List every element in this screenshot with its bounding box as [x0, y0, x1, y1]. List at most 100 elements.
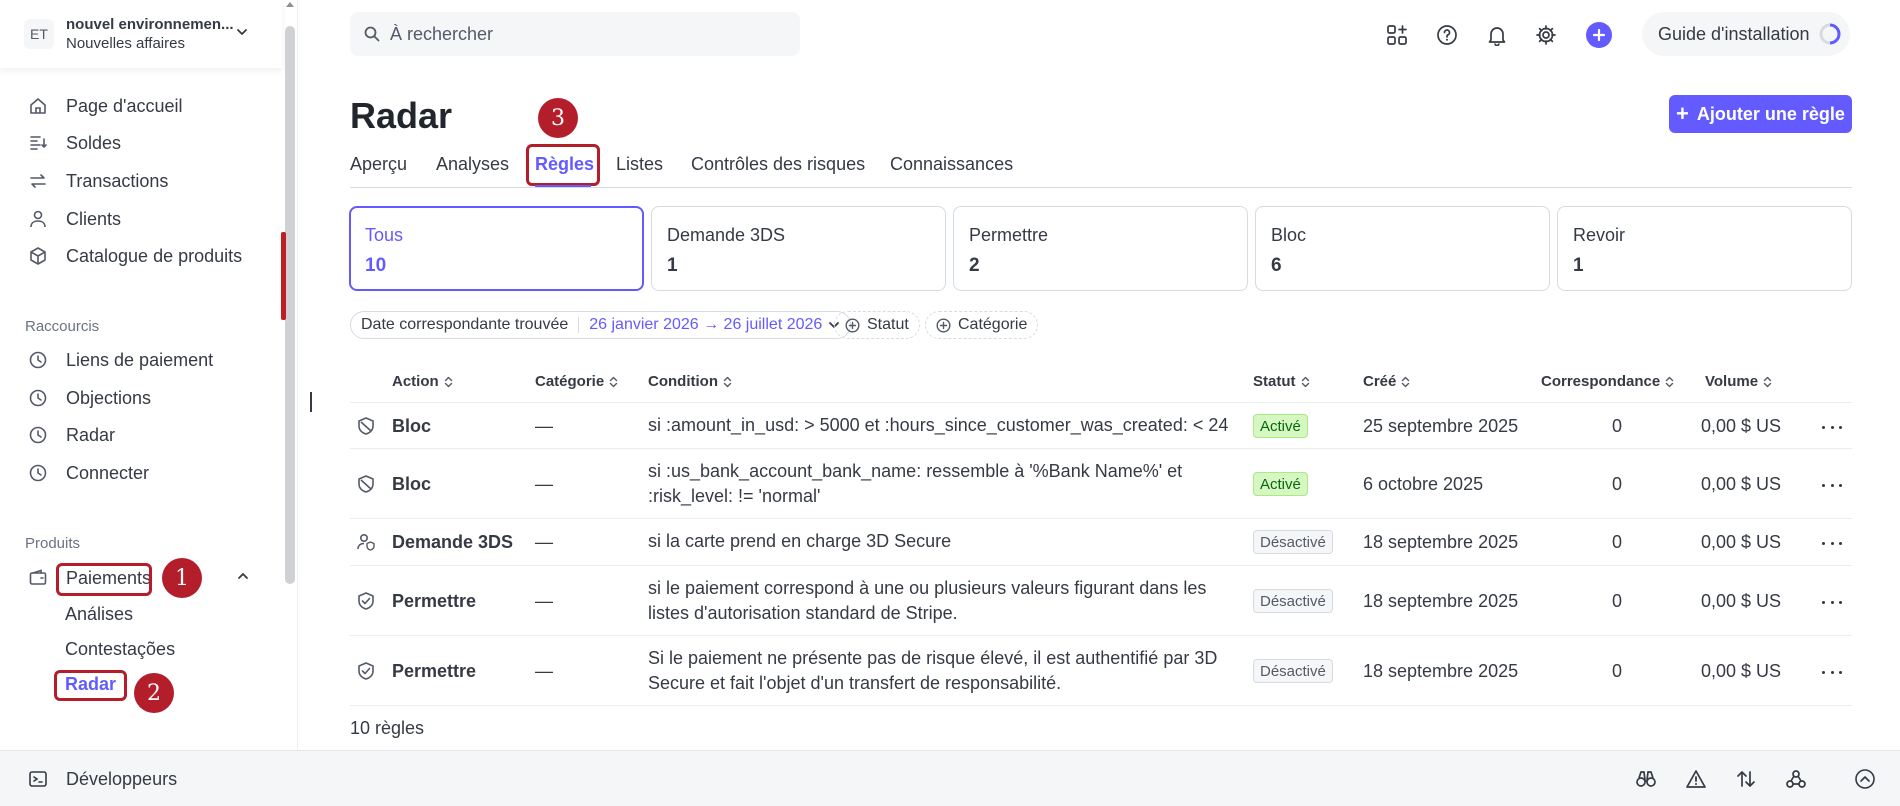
tab-overview[interactable]: Aperçu	[350, 154, 407, 175]
card-label: Revoir	[1573, 225, 1626, 245]
box-icon	[26, 244, 50, 268]
sidebar-item-transactions[interactable]: Transactions	[26, 165, 276, 197]
setup-guide-button[interactable]: Guide d'installation	[1642, 12, 1850, 56]
more-options-icon[interactable]	[1822, 539, 1842, 547]
block-icon	[355, 473, 377, 495]
rule-condition: si la carte prend en charge 3D Secure	[648, 531, 952, 551]
more-options-icon[interactable]	[1822, 481, 1842, 489]
webhooks-icon[interactable]	[1784, 767, 1808, 791]
more-options-icon[interactable]	[1822, 668, 1842, 676]
table-row[interactable]: Permettre — si le paiement correspond à …	[350, 566, 1852, 636]
rule-matches: 0	[1611, 591, 1622, 611]
status-badge: Désactivé	[1253, 659, 1333, 683]
more-options-icon[interactable]	[1822, 423, 1842, 431]
column-header-volume[interactable]: Volume	[1705, 373, 1772, 390]
gear-icon[interactable]	[1533, 22, 1559, 48]
shield-check-icon	[355, 660, 377, 682]
table-row[interactable]: Permettre — Si le paiement ne présente p…	[350, 636, 1852, 706]
add-rule-button[interactable]: + Ajouter une règle	[1669, 95, 1852, 133]
rule-volume: 0,00 $ US	[1701, 532, 1782, 552]
column-header-matches[interactable]: Correspondance	[1541, 373, 1674, 390]
card-count: 1	[667, 255, 678, 276]
filter-card-allow[interactable]: Permettre 2	[953, 206, 1248, 291]
tab-rules[interactable]: Règles	[535, 154, 594, 175]
filter-card-3ds[interactable]: Demande 3DS 1	[651, 206, 946, 291]
rule-matches: 0	[1611, 474, 1622, 494]
table-row[interactable]: Demande 3DS — si la carte prend en charg…	[350, 519, 1852, 566]
search-bar[interactable]	[350, 12, 800, 56]
warning-icon[interactable]	[1684, 767, 1708, 791]
apps-icon[interactable]	[1384, 22, 1410, 48]
create-button[interactable]	[1586, 22, 1612, 48]
column-header-status[interactable]: Statut	[1253, 373, 1310, 390]
sidebar-item-radar-shortcut[interactable]: Radar	[26, 419, 276, 451]
rule-category: —	[535, 416, 553, 436]
rule-created: 18 septembre 2025	[1363, 532, 1519, 552]
clock-icon	[26, 423, 50, 447]
chevron-up-circle-icon[interactable]	[1853, 767, 1877, 791]
status-badge: Activé	[1253, 472, 1308, 496]
sidebar-subitem-disputes[interactable]: Contestações	[65, 639, 175, 660]
clock-icon	[26, 386, 50, 410]
sidebar-item-label: Clients	[66, 208, 122, 229]
rule-condition: si :us_bank_account_bank_name: ressemble…	[648, 461, 1183, 506]
table-row[interactable]: Bloc — si :amount_in_usd: > 5000 et :hou…	[350, 403, 1852, 449]
sidebar-item-label: Catalogue de produits	[66, 245, 243, 266]
add-rule-label: Ajouter une règle	[1696, 103, 1845, 124]
column-header-action[interactable]: Action	[392, 373, 453, 390]
table-row[interactable]: Bloc — si :us_bank_account_bank_name: re…	[350, 449, 1852, 519]
sidebar-subitem-analyses[interactable]: Análises	[65, 604, 133, 625]
developers-button[interactable]: Développeurs	[26, 767, 177, 791]
more-options-icon[interactable]	[1822, 598, 1842, 606]
chevron-up-icon[interactable]	[237, 570, 249, 582]
sidebar-item-objections[interactable]: Objections	[26, 382, 276, 414]
sidebar-item-label: Connecter	[66, 462, 150, 483]
card-label: Demande 3DS	[667, 225, 786, 245]
sort-arrows-icon[interactable]	[1734, 767, 1758, 791]
card-count: 10	[365, 255, 387, 276]
date-filter-pill[interactable]: Date correspondante trouvée 26 janvier 2…	[350, 311, 852, 339]
status-filter-pill[interactable]: Statut	[834, 311, 920, 339]
sidebar-item-home[interactable]: Page d'accueil	[26, 90, 276, 122]
card-count: 2	[969, 255, 980, 276]
column-header-condition[interactable]: Condition	[648, 373, 732, 390]
tab-bar: Aperçu Analyses Règles Listes Contrôles …	[350, 152, 1852, 188]
tab-knowledge[interactable]: Connaissances	[890, 154, 1013, 175]
filter-card-all[interactable]: Tous 10	[349, 206, 644, 291]
bell-icon[interactable]	[1484, 22, 1510, 48]
account-switcher[interactable]: ET nouvel environnemen... Nouvelles affa…	[0, 0, 282, 68]
category-filter-label: Catégorie	[958, 316, 1028, 333]
sort-icon	[1763, 376, 1772, 388]
rule-action: Permettre	[392, 661, 477, 681]
chevron-down-icon	[236, 26, 248, 38]
sidebar-item-payment-links[interactable]: Liens de paiement	[26, 344, 276, 376]
help-icon[interactable]	[1434, 22, 1460, 48]
column-header-category[interactable]: Catégorie	[535, 373, 618, 390]
scroll-thumb[interactable]	[285, 26, 295, 584]
category-filter-pill[interactable]: Catégorie	[925, 311, 1039, 339]
filter-card-review[interactable]: Revoir 1	[1557, 206, 1852, 291]
user-icon	[26, 207, 50, 231]
sort-icon	[1401, 376, 1410, 388]
card-count: 6	[1271, 255, 1282, 276]
column-header-created[interactable]: Créé	[1363, 373, 1410, 390]
rule-category: —	[535, 661, 553, 681]
rule-action: Bloc	[392, 416, 432, 436]
binoculars-icon[interactable]	[1634, 767, 1658, 791]
sidebar-item-product-catalog[interactable]: Catalogue de produits	[26, 240, 276, 272]
scroll-up-arrow-icon[interactable]	[284, 0, 296, 14]
sidebar-item-connect[interactable]: Connecter	[26, 457, 276, 489]
rule-volume: 0,00 $ US	[1701, 591, 1782, 611]
tab-risk-controls[interactable]: Contrôles des risques	[691, 154, 865, 175]
sort-icon	[723, 376, 732, 388]
sidebar-item-balances[interactable]: Soldes	[26, 127, 276, 159]
search-input[interactable]	[390, 23, 770, 45]
transactions-icon	[26, 169, 50, 193]
sort-icon	[1301, 376, 1310, 388]
filter-card-block[interactable]: Bloc 6	[1255, 206, 1550, 291]
section-label-products: Produits	[25, 535, 81, 552]
tab-analyses[interactable]: Analyses	[436, 154, 509, 175]
sidebar-item-customers[interactable]: Clients	[26, 203, 276, 235]
tab-lists[interactable]: Listes	[616, 154, 663, 175]
rule-condition: Si le paiement ne présente pas de risque…	[648, 648, 1218, 693]
